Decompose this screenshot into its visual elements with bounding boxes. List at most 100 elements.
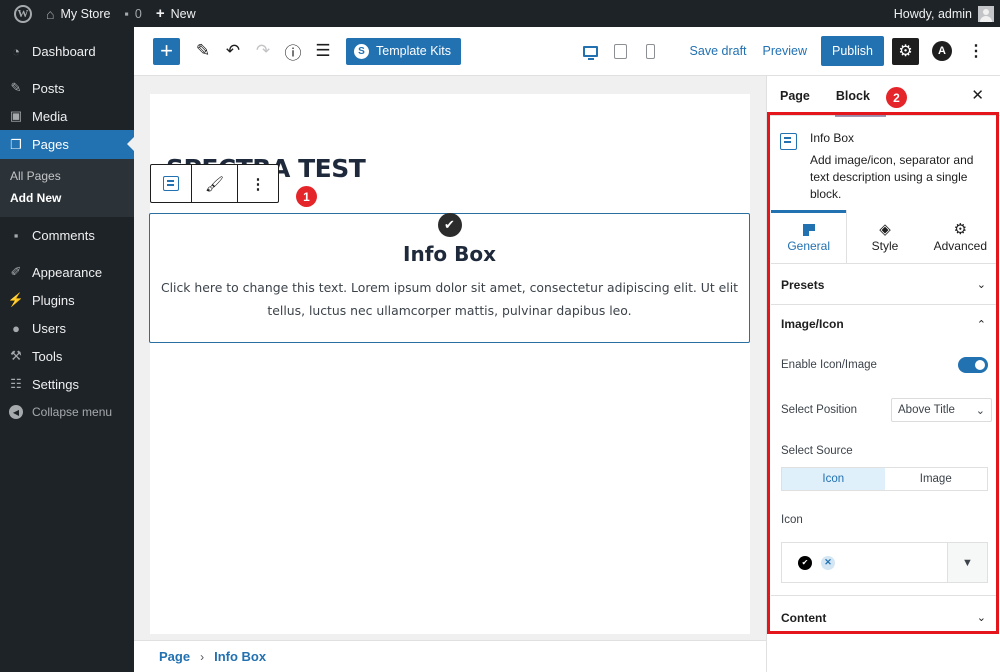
template-kits-button[interactable]: S Template Kits [346,37,462,65]
tab-advanced[interactable]: ⚙ Advanced [922,210,998,263]
block-options-button[interactable]: ⋮ [238,165,278,202]
sidebar-item-label: Comments [32,227,95,243]
sidebar-item-label: Plugins [32,292,75,308]
admin-bar: W ⌂ My Store ▪ 0 + New Howdy, admin [0,0,1000,27]
tab-label: Advanced [933,239,987,253]
icon-picker[interactable]: ✔ ✕ ▼ [781,542,988,583]
image-icon-section-toggle[interactable]: Image/Icon ⌃ [771,305,998,343]
save-draft-button[interactable]: Save draft [682,44,755,58]
position-select[interactable]: Above Title ⌄ [891,398,992,422]
triangle-down-icon: ▼ [962,556,973,569]
astra-settings-button[interactable]: A [932,41,952,61]
tab-block[interactable]: Block [823,76,886,117]
list-view-button[interactable]: ☰ [308,36,338,66]
tab-style[interactable]: ◈ Style [846,210,923,263]
sidebar-item-tools[interactable]: ⚒ Tools [0,342,134,370]
sidebar-item-settings[interactable]: ☷ Settings [0,370,134,398]
paintbrush-icon: 🖌 [204,175,225,193]
paint-bucket-icon: ◈ [879,221,891,238]
sidebar-item-dashboard[interactable]: ◔ Dashboard [0,37,134,65]
source-icon-option[interactable]: Icon [782,468,885,490]
tablet-preview-button[interactable] [606,36,636,66]
settings-sidebar: Page Block 2 ✕ Info Box Add image/icon, … [766,76,1000,672]
info-box-icon [780,133,797,150]
starter-templates-icon: S [354,43,369,59]
home-icon: ⌂ [46,5,55,22]
options-menu-button[interactable]: ⋮ [968,41,984,61]
section-title: Content [781,610,827,625]
new-content-link[interactable]: + New [149,0,203,27]
tab-label: General [787,238,831,253]
info-box-block[interactable]: ✔ Info Box Click here to change this tex… [149,213,750,343]
sidebar-item-plugins[interactable]: ⚡ Plugins [0,286,134,314]
user-icon: ● [12,320,20,336]
content-section-toggle[interactable]: Content ⌄ [771,595,998,639]
block-type-button[interactable] [151,165,192,202]
breadcrumb-separator-icon: › [200,649,205,664]
breadcrumb-page[interactable]: Page [159,649,190,664]
site-name-link[interactable]: ⌂ My Store [39,0,117,27]
greeting: Howdy, admin [893,6,972,21]
sidebar-item-pages[interactable]: ❐ Pages [0,130,134,159]
section-title: Image/Icon [781,317,844,331]
info-box-title[interactable]: Info Box [150,242,749,266]
details-button[interactable]: ⓘ [278,36,308,66]
sidebar-item-media[interactable]: ▣ Media [0,102,134,130]
astra-logo-icon: A [938,45,946,57]
publish-button[interactable]: Publish [821,36,884,66]
block-toolbar: 🖌 ⋮ [150,164,279,203]
settings-toggle-button[interactable]: ⚙ [892,37,919,65]
comments-link[interactable]: ▪ 0 [117,0,148,27]
clear-icon-button[interactable]: ✕ [821,555,835,570]
source-image-option[interactable]: Image [885,468,988,490]
sidebar-item-label: Posts [32,80,65,96]
plug-icon: ⚡ [7,292,25,307]
sidebar-item-users[interactable]: ● Users [0,314,134,342]
pages-icon: ❐ [10,136,22,152]
mobile-icon [646,43,656,59]
sidebar-item-appearance[interactable]: ✐ Appearance [0,258,134,286]
comment-icon: ▪ [124,6,129,21]
admin-sidebar: ◔ Dashboard ✎ Posts ▣ Media ❐ Pages All Page… [0,27,134,672]
sidebar-item-comments[interactable]: ▪ Comments [0,221,134,249]
submenu-all-pages[interactable]: All Pages [0,165,134,187]
collapse-menu-button[interactable]: ◀ Collapse menu [0,398,134,426]
block-inserter-button[interactable]: + [153,37,180,65]
pencil-icon: ✎ [195,41,211,60]
block-card: Info Box Add image/icon, separator and t… [780,131,990,203]
wordpress-icon: W [14,4,32,23]
sidebar-item-label: Dashboard [32,43,96,59]
icon-label: Icon [781,514,803,526]
account-menu[interactable]: Howdy, admin [887,0,1000,27]
enable-icon-toggle[interactable] [958,357,988,373]
sidebar-item-label: Appearance [32,264,103,280]
pin-icon: ✎ [10,80,22,95]
pages-submenu: All Pages Add New [0,159,134,217]
close-panel-button[interactable]: ✕ [971,86,984,104]
preview-button[interactable]: Preview [755,44,815,58]
tools-button[interactable]: ✎ [188,36,218,66]
new-label: New [170,6,196,21]
redo-button[interactable]: ↷ [248,36,278,66]
template-kits-label: Template Kits [376,44,452,58]
presets-section-toggle[interactable]: Presets ⌄ [771,265,998,305]
selected-check-circle-icon: ✔ [798,555,812,570]
sidebar-item-label: Users [32,320,66,336]
wordpress-logo-button[interactable]: W [0,0,39,27]
mobile-preview-button[interactable] [636,36,666,66]
submenu-add-new[interactable]: Add New [0,187,134,209]
block-styles-button[interactable]: 🖌 [192,165,238,202]
sidebar-item-posts[interactable]: ✎ Posts [0,74,134,102]
close-icon: ✕ [971,87,984,104]
site-name: My Store [60,6,111,21]
tab-page[interactable]: Page [767,76,823,116]
chevron-down-icon: ⌄ [976,279,986,291]
tab-general[interactable]: General [771,210,847,263]
info-box-description[interactable]: Click here to change this text. Lorem ip… [150,276,749,322]
icon-picker-dropdown-button[interactable]: ▼ [947,543,987,582]
section-title: Presets [781,277,825,292]
desktop-preview-button[interactable] [576,36,606,66]
undo-button[interactable]: ↶ [218,36,248,66]
breadcrumb: Page › Info Box [134,640,766,672]
breadcrumb-info-box[interactable]: Info Box [214,649,266,664]
